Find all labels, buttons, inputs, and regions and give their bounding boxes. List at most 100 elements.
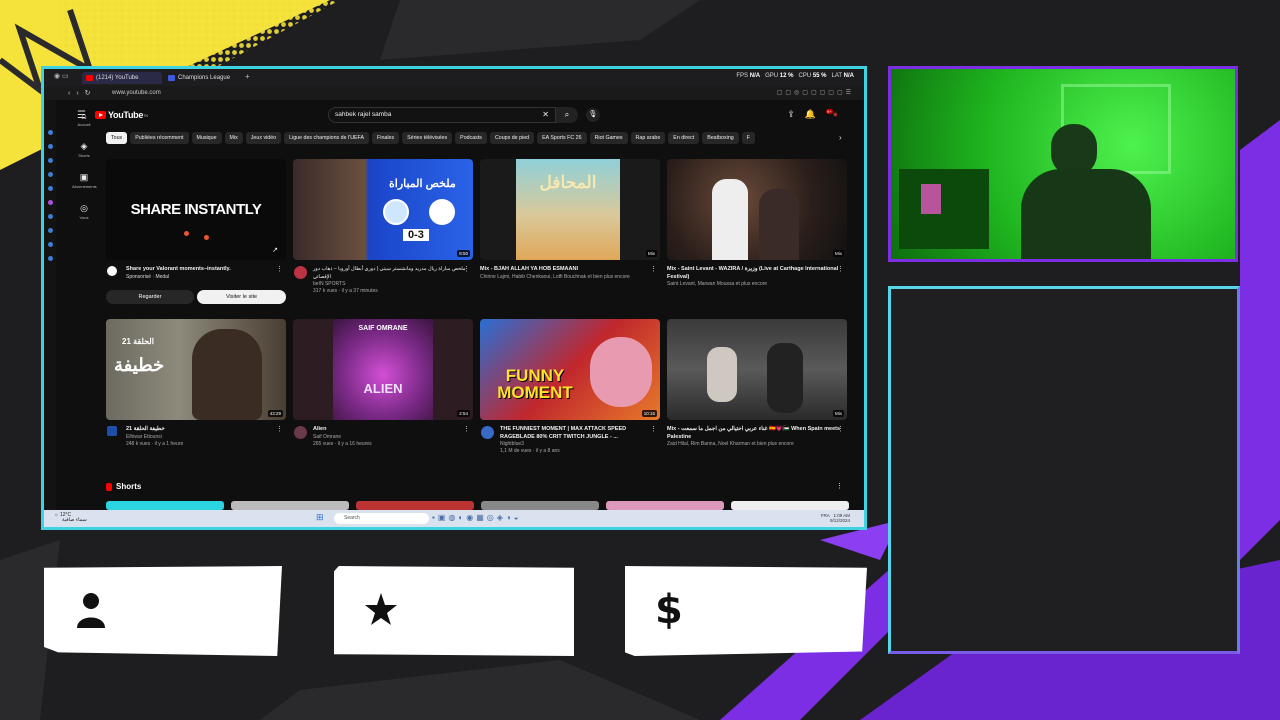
video-card[interactable]: الحلقة 21 خطيفة 43:29 خطيفة الحلقة 21 El… [106,319,286,448]
video-title[interactable]: Share your Valorant moments–instantly. [126,266,286,274]
video-thumbnail[interactable]: ملخص المباراة 0-3 8:50 [293,159,473,260]
short-thumbnail[interactable] [106,501,224,510]
video-title[interactable]: خطيفة الحلقة 21 [126,426,286,434]
more-options-icon[interactable]: ⋮ [276,426,283,434]
filter-chip[interactable]: Séries télévisées [402,132,453,144]
sidebar-dot-icon[interactable] [47,130,53,135]
weather-widget[interactable]: ☼ 12°C سماء صافية [54,513,87,523]
sidebar-dot-icon[interactable] [47,200,53,205]
tab-youtube[interactable]: (1214) YouTube [82,72,162,84]
monster-figure [590,337,652,407]
nav-shorts[interactable]: ◈ Shorts [72,141,96,158]
sidebar-dot-icon[interactable] [47,186,53,191]
bell-icon[interactable]: 🔔9+ [805,109,833,119]
nav-you[interactable]: ◎ Vous [72,203,96,220]
short-thumbnail[interactable] [481,501,599,510]
video-card[interactable]: SAIF OMRANE ALIEN 2:54 Alien Saif Omrane… [293,319,473,448]
channel-avatar[interactable] [294,426,307,439]
video-card[interactable]: Mix Mix - Saint Levant - WAZIRA / وزيرة … [667,159,847,288]
channel-avatar[interactable] [481,426,494,439]
video-title[interactable]: THE FUNNIEST MOMENT | MAX ATTACK SPEED R… [500,426,660,441]
shorts-more-icon[interactable]: ⋮ [836,482,843,490]
video-thumbnail[interactable]: SAIF OMRANE ALIEN 2:54 [293,319,473,420]
video-card[interactable]: ملخص المباراة 0-3 8:50 ملخص مباراة ريال … [293,159,473,295]
video-card[interactable]: Mix Mix - غناء عربي احتيالي من اجمل ما س… [667,319,847,448]
extension-icons[interactable]: ▢▢◎▢▢▢▢▢☰ [777,89,854,96]
upload-icon[interactable]: ⇪ [787,109,805,119]
visit-site-button[interactable]: Visiter le site [197,290,286,304]
filter-chip[interactable]: Ligue des champions de l'UEFA [284,132,370,144]
sidebar-dot-icon[interactable] [47,214,53,219]
filter-chip[interactable]: Publiées récemment [130,132,189,144]
short-thumbnail[interactable] [606,501,724,510]
url-field[interactable]: www.youtube.com [112,90,161,96]
filter-chip[interactable]: Rap arabe [630,132,666,144]
video-card[interactable]: SHARE INSTANTLY ↗ Share your Valorant mo… [106,159,286,304]
channel-avatar[interactable] [107,266,117,276]
tab-champions-league[interactable]: Champions League Stand... [164,72,240,93]
filter-chip[interactable]: Mix [224,132,243,144]
sidebar-dot-icon[interactable] [47,256,53,261]
video-thumbnail[interactable]: SHARE INSTANTLY ↗ [106,159,286,260]
filter-chip[interactable]: Riot Games [589,132,628,144]
video-title[interactable]: ملخص مباراة ريال مدريد ومانشستر سيتي | د… [313,266,473,281]
filter-chip[interactable]: Beatboxing [702,132,739,144]
video-thumbnail[interactable]: المحافل Mix [480,159,660,260]
filter-chip[interactable]: EA Sports FC 26 [537,132,587,144]
more-options-icon[interactable]: ⋮ [837,426,844,434]
filter-chip[interactable]: Finales [372,132,400,144]
sidebar-dot-icon[interactable] [47,172,53,177]
video-title[interactable]: Mix - Saint Levant - WAZIRA / وزيرة (Liv… [667,266,847,281]
more-options-icon[interactable]: ⋮ [650,266,657,274]
video-thumbnail[interactable]: Mix [667,319,847,420]
search-input[interactable]: sahbek rajel samba ✕ [328,107,556,123]
short-thumbnail[interactable] [231,501,349,510]
nav-subscriptions[interactable]: ▣ Abonnements [72,172,97,189]
video-title[interactable]: Mix - غناء عربي احتيالي من اجمل ما سمعت … [667,426,847,441]
clear-search-icon[interactable]: ✕ [542,108,549,122]
nav-home[interactable]: ⌂ Accueil [72,111,96,127]
video-card[interactable]: المحافل Mix Mix - BJAH ALLAH YA HOB ESMA… [480,159,660,281]
channel-avatar[interactable] [107,426,117,436]
filter-chip[interactable]: Jeux vidéo [245,132,282,144]
filter-chip[interactable]: Coups de pied [489,132,535,144]
sidebar-dot-icon[interactable] [47,144,53,149]
taskbar-search[interactable]: Search [334,513,429,524]
video-title[interactable]: Mix - BJAH ALLAH YA HOB ESMAANI [480,266,660,274]
youtube-logo[interactable]: YouTube TN [95,110,148,120]
avatar[interactable]: ● [833,109,848,119]
video-stats: 317 k vues · il y a 37 minutes [313,288,378,294]
filter-chip[interactable]: Podcasts [455,132,487,144]
video-card[interactable]: FUNNY MOMENT 10:16 THE FUNNIEST MOMENT |… [480,319,660,455]
taskbar-apps[interactable]: ▪▣◍◐◉▦◎◈◑◒ [432,513,522,522]
youtube-left-nav: ⌂ Accueil ◈ Shorts ▣ Abonnements ◎ Vous [72,111,97,234]
windows-start-icon[interactable]: ⊞ [316,512,324,523]
sidebar-dot-icon[interactable] [47,228,53,233]
more-options-icon[interactable]: ⋮ [837,266,844,274]
video-thumbnail[interactable]: Mix [667,159,847,260]
video-thumbnail[interactable]: FUNNY MOMENT 10:16 [480,319,660,420]
video-thumbnail[interactable]: الحلقة 21 خطيفة 43:29 [106,319,286,420]
browser-menu-icon[interactable]: ◉ ▭ [54,72,69,80]
filter-chip[interactable]: Musique [191,132,222,144]
watch-button[interactable]: Regarder [106,290,194,304]
sidebar-dot-icon[interactable] [47,242,53,247]
short-thumbnail[interactable] [356,501,474,510]
system-tray[interactable]: FRA 1:09 AM 9/12/2024 [821,513,850,523]
more-options-icon[interactable]: ⋮ [276,266,283,274]
search-button[interactable]: ⌕ [556,107,578,123]
video-title[interactable]: Alien [313,426,473,434]
new-tab-button[interactable]: + [245,72,250,81]
short-thumbnail[interactable] [731,501,849,510]
voice-search-button[interactable]: 🎙 [586,108,600,122]
more-options-icon[interactable]: ⋮ [463,426,470,434]
more-options-icon[interactable]: ⋮ [650,426,657,434]
filter-chip[interactable]: Tous [106,132,128,144]
filter-chip[interactable]: En direct [668,132,700,144]
nav-buttons[interactable]: ‹›↻ [68,89,97,97]
filter-chip[interactable]: F [741,132,755,144]
channel-avatar[interactable] [294,266,307,279]
more-options-icon[interactable]: ⋮ [463,266,470,274]
sidebar-dot-icon[interactable] [47,158,53,163]
chips-next-icon[interactable]: › [839,133,842,142]
